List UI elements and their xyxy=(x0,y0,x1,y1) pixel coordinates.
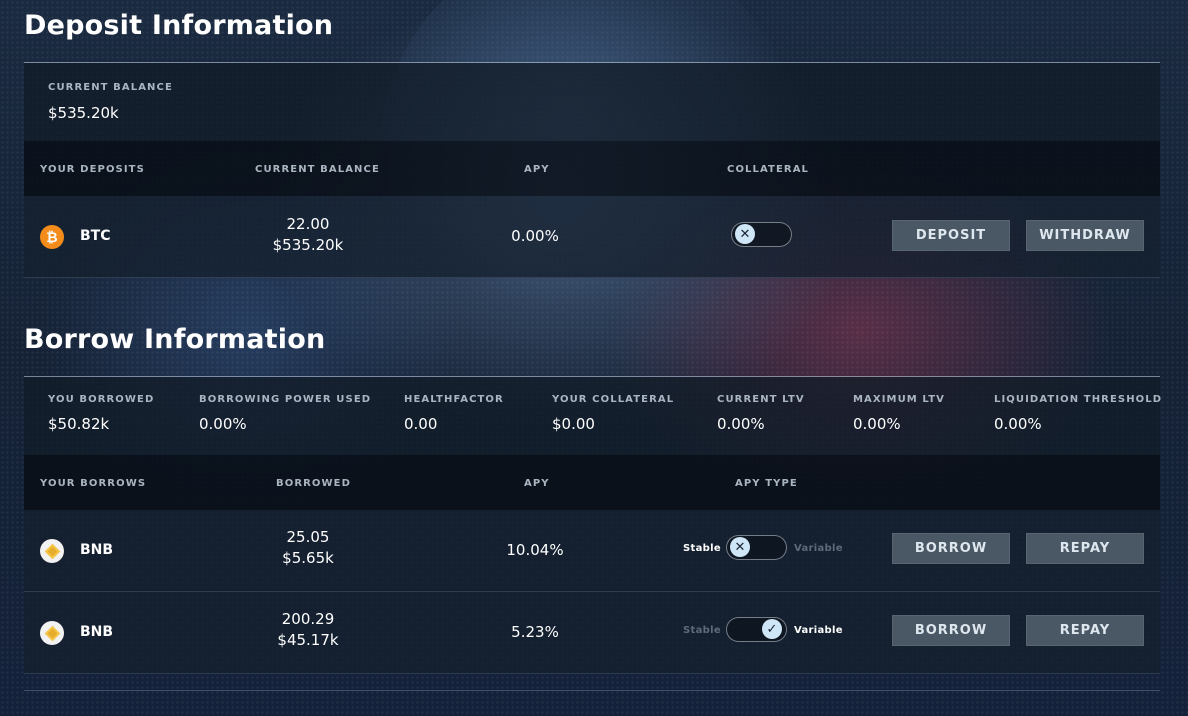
borrowed-amount: 200.29 $45.17k xyxy=(258,609,358,651)
borrow-apy: 5.23% xyxy=(511,623,559,641)
stat-label: YOUR COLLATERAL xyxy=(552,394,675,405)
stable-label[interactable]: Stable xyxy=(683,543,721,554)
col-borrowed: BORROWED xyxy=(276,478,351,489)
stat-healthfactor: HEALTHFACTOR 0.00 xyxy=(404,394,504,433)
stat-maximum-ltv: MAXIMUM LTV 0.00% xyxy=(853,394,945,433)
bnb-icon xyxy=(40,539,64,563)
stat-value: 0.00% xyxy=(199,415,247,433)
close-icon: ✕ xyxy=(730,537,750,557)
borrow-summary: YOU BORROWED $50.82k BORROWING POWER USE… xyxy=(24,377,1162,455)
borrow-row-bnb-1: BNB 25.05 $5.65k 10.04% Stable ✕ Variabl… xyxy=(24,510,1160,592)
borrow-row-bnb-2: BNB 200.29 $45.17k 5.23% Stable ✓ Variab… xyxy=(24,592,1160,674)
check-icon: ✓ xyxy=(762,619,782,639)
col-collateral: COLLATERAL xyxy=(727,164,810,175)
col-apy: APY xyxy=(524,164,550,175)
variable-label[interactable]: Variable xyxy=(794,543,843,554)
deposit-usd: $535.20k xyxy=(272,236,344,254)
col-your-borrows: YOUR BORROWS xyxy=(40,478,147,489)
borrow-apy: 10.04% xyxy=(506,541,564,559)
collateral-toggle[interactable]: ✕ xyxy=(731,222,792,247)
stat-value: 0.00 xyxy=(404,415,438,433)
current-balance-value: $535.20k xyxy=(48,104,119,122)
borrow-amount: 200.29 xyxy=(281,610,335,628)
deposit-apy: 0.00% xyxy=(511,227,559,245)
col-your-deposits: YOUR DEPOSITS xyxy=(40,164,145,175)
asset-symbol: BNB xyxy=(80,542,114,558)
borrow-button[interactable]: BORROW xyxy=(892,533,1010,564)
stat-borrowing-power: BORROWING POWER USED 0.00% xyxy=(199,394,371,433)
divider xyxy=(24,690,1160,691)
borrow-usd: $45.17k xyxy=(277,631,339,649)
stat-your-collateral: YOUR COLLATERAL $0.00 xyxy=(552,394,674,433)
close-icon: ✕ xyxy=(735,224,755,244)
asset-symbol: BNB xyxy=(80,624,114,640)
repay-button[interactable]: REPAY xyxy=(1026,615,1144,646)
stat-label: MAXIMUM LTV xyxy=(853,394,946,405)
stat-you-borrowed: YOU BORROWED $50.82k xyxy=(48,394,154,433)
stat-value: 0.00% xyxy=(853,415,901,433)
deposit-panel: CURRENT BALANCE $535.20k YOUR DEPOSITS C… xyxy=(24,62,1160,278)
deposit-summary: CURRENT BALANCE $535.20k xyxy=(24,63,1160,141)
stat-label: LIQUIDATION THRESHOLD xyxy=(994,394,1163,405)
stat-label: HEALTHFACTOR xyxy=(404,394,504,405)
deposit-button[interactable]: DEPOSIT xyxy=(892,220,1010,251)
borrowed-amount: 25.05 $5.65k xyxy=(258,527,358,569)
stable-label[interactable]: Stable xyxy=(683,625,721,636)
col-apy-type: APY TYPE xyxy=(735,478,798,489)
borrow-amount: 25.05 xyxy=(286,528,330,546)
stat-value: 0.00% xyxy=(994,415,1042,433)
bitcoin-icon: ₿ xyxy=(40,225,64,249)
stat-label: CURRENT LTV xyxy=(717,394,805,405)
current-balance-label: CURRENT BALANCE xyxy=(48,82,173,93)
deposit-table-header: YOUR DEPOSITS CURRENT BALANCE APY COLLAT… xyxy=(24,141,1160,196)
repay-button[interactable]: REPAY xyxy=(1026,533,1144,564)
deposit-section-title: Deposit Information xyxy=(24,10,334,41)
borrow-table-header: YOUR BORROWS BORROWED APY APY TYPE xyxy=(24,455,1160,510)
stat-label: YOU BORROWED xyxy=(48,394,155,405)
asset-symbol: BTC xyxy=(80,228,111,244)
deposit-balance: 22.00 $535.20k xyxy=(258,214,358,256)
variable-label[interactable]: Variable xyxy=(794,625,843,636)
col-apy: APY xyxy=(524,478,550,489)
stat-value: $0.00 xyxy=(552,415,595,433)
deposit-amount: 22.00 xyxy=(286,215,330,233)
apy-type-toggle[interactable]: ✓ xyxy=(726,617,787,642)
borrow-section-title: Borrow Information xyxy=(24,324,326,355)
col-current-balance: CURRENT BALANCE xyxy=(255,164,380,175)
stat-value: 0.00% xyxy=(717,415,765,433)
stat-value: $50.82k xyxy=(48,415,110,433)
borrow-button[interactable]: BORROW xyxy=(892,615,1010,646)
borrow-panel: YOU BORROWED $50.82k BORROWING POWER USE… xyxy=(24,376,1162,674)
borrow-usd: $5.65k xyxy=(282,549,334,567)
stat-current-ltv: CURRENT LTV 0.00% xyxy=(717,394,805,433)
stat-liquidation-threshold: LIQUIDATION THRESHOLD 0.00% xyxy=(994,394,1162,433)
stat-label: BORROWING POWER USED xyxy=(199,394,372,405)
bnb-icon xyxy=(40,621,64,645)
apy-type-toggle[interactable]: ✕ xyxy=(726,535,787,560)
withdraw-button[interactable]: WITHDRAW xyxy=(1026,220,1144,251)
deposit-row-btc: ₿ BTC 22.00 $535.20k 0.00% ✕ DEPOSIT WIT… xyxy=(24,196,1160,278)
